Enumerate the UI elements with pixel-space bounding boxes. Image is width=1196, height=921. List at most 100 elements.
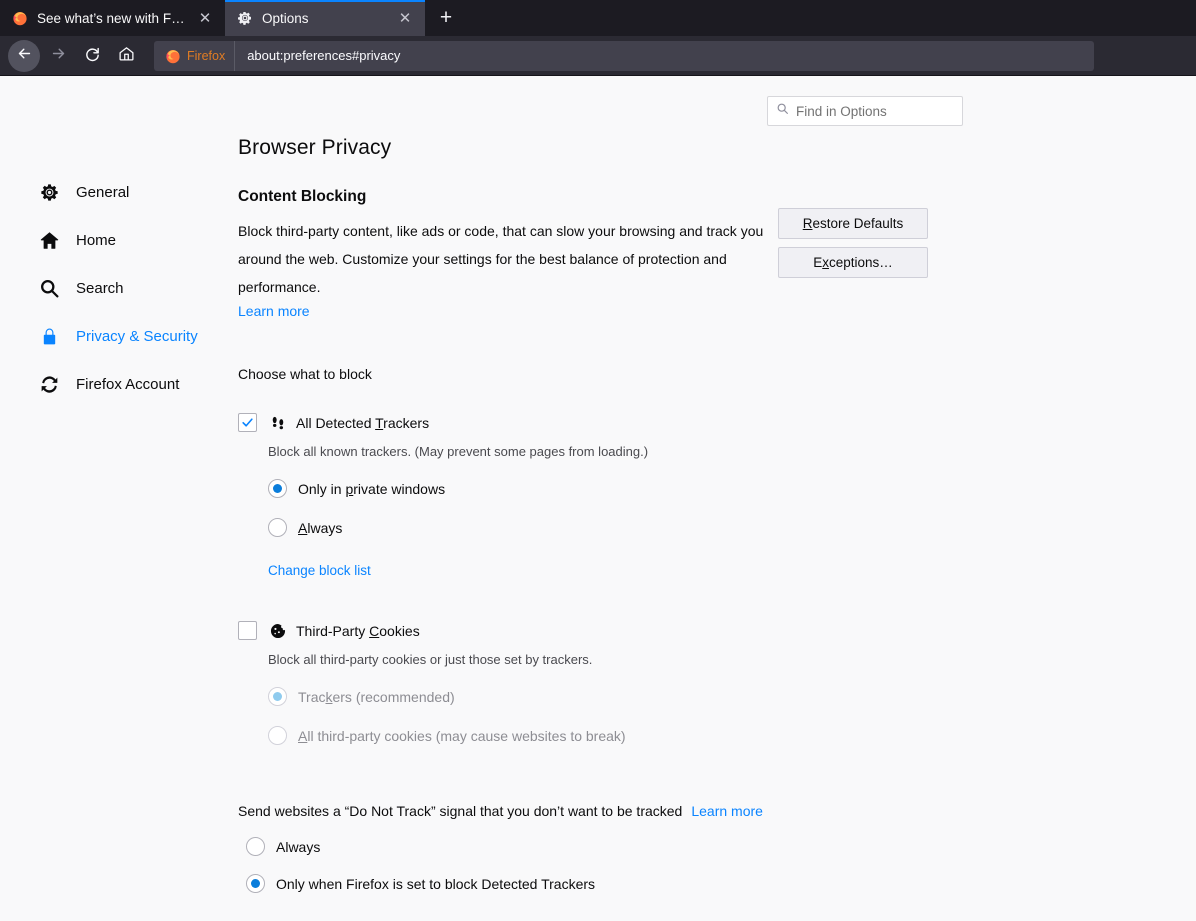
all-detected-trackers-label: All Detected Trackers [296,415,429,431]
sidebar-item-search[interactable]: Search [38,264,232,312]
do-not-track-option-always[interactable]: Always [246,837,1196,856]
trackers-option-always[interactable]: Always [268,518,1196,537]
cookies-option-trackers[interactable]: Trackers (recommended) [268,687,1196,706]
accel-key: x [822,255,829,270]
tab-title: See what’s new with Firefox [37,10,186,26]
sidebar-item-label: Privacy & Security [76,327,198,345]
restore-defaults-button[interactable]: Restore Defaults [778,208,928,239]
close-icon[interactable]: ✕ [195,8,215,28]
label-pre: All Detected [296,414,376,431]
third-party-cookies-label: Third-Party Cookies [296,623,420,639]
identity-label: Firefox [187,48,226,63]
radio-label: Only in private windows [298,481,445,497]
sidebar-item-general[interactable]: General [38,168,232,216]
firefox-logo-icon [12,10,28,26]
home-icon [38,229,60,251]
tab-strip: See what’s new with Firefox ✕ Options ✕ … [0,0,1196,36]
firefox-logo-icon [165,48,181,64]
reload-button[interactable] [76,40,108,72]
cookie-icon [269,622,287,640]
label-rest: ers (recommended) [332,688,455,705]
sidebar-item-label: Firefox Account [76,375,180,393]
cookies-option-all-third-party[interactable]: All third-party cookies (may cause websi… [268,726,1196,745]
preferences-page: Find in Options General Home Search Priv… [0,76,1196,921]
back-button[interactable] [8,39,40,72]
radio-label: Only when Firefox is set to block Detect… [276,875,596,892]
radio-button[interactable] [246,837,265,856]
url-bar[interactable]: Firefox about:preferences#privacy [154,40,1094,71]
content-blocking-heading: Content Blocking [238,188,367,205]
content-blocking-description: Block third-party content, like ads or c… [238,223,764,295]
radio-button[interactable] [268,687,287,706]
accel-key: R [802,216,813,231]
forward-arrow-icon [50,45,67,67]
lock-icon [38,325,60,347]
do-not-track-option-only-when-blocking[interactable]: Only when Firefox is set to block Detect… [246,874,1196,893]
footprints-icon [269,414,287,432]
sidebar-item-home[interactable]: Home [38,216,232,264]
cookies-description: Block all third-party cookies or just th… [268,652,593,667]
label-rest: rivate windows [353,480,446,497]
navigation-toolbar: Firefox about:preferences#privacy [0,36,1196,76]
forward-button[interactable] [42,40,74,72]
url-text[interactable]: about:preferences#privacy [235,48,400,63]
sidebar-item-firefox-account[interactable]: Firefox Account [38,360,232,408]
accel-key: A [298,727,308,744]
search-icon [38,277,60,299]
back-arrow-icon [16,45,33,67]
sidebar-item-privacy-security[interactable]: Privacy & Security [38,312,232,360]
home-button[interactable] [110,40,142,72]
do-not-track-text: Send websites a “Do Not Track” signal th… [238,803,683,819]
all-detected-trackers-checkbox[interactable] [238,413,257,432]
sync-icon [38,373,60,395]
browser-tab-whats-new[interactable]: See what’s new with Firefox ✕ [0,0,225,36]
preferences-sidebar: General Home Search Privacy & Security F… [0,136,232,893]
gear-icon [237,10,253,26]
browser-tab-options[interactable]: Options ✕ [225,0,425,36]
accel-key: T [375,414,384,431]
sidebar-item-label: Search [76,279,124,297]
label-rest: rackers [383,414,430,431]
search-icon [776,102,789,120]
new-tab-button[interactable]: + [429,1,463,35]
change-block-list-link[interactable]: Change block list [268,563,371,578]
close-icon[interactable]: ✕ [395,8,415,28]
third-party-cookies-checkbox[interactable] [238,621,257,640]
preferences-main: Browser Privacy Content Blocking Block t… [232,136,1196,893]
radio-label: Always [298,520,342,536]
radio-label: Trackers (recommended) [298,689,455,705]
home-icon [118,45,135,67]
learn-more-link[interactable]: Learn more [238,303,310,319]
radio-button[interactable] [268,518,287,537]
label-pre: Third-Party [296,622,370,639]
label-rest: ookies [379,622,420,639]
label-rest: ll third-party cookies (may cause websit… [307,727,626,744]
radio-button[interactable] [268,479,287,498]
all-detected-trackers-checkbox-row[interactable]: All Detected Trackers [238,413,1196,432]
radio-label: All third-party cookies (may cause websi… [298,728,626,744]
checkmark-icon [242,418,253,427]
content-blocking-buttons: Restore Defaults Ex ceptions… [778,208,928,278]
button-label: ceptions… [828,255,893,270]
radio-button[interactable] [268,726,287,745]
find-in-options[interactable]: Find in Options [767,96,963,126]
accel-key: C [369,622,380,639]
trackers-description: Block all known trackers. (May prevent s… [268,444,649,459]
label-pre: Only in [298,480,346,497]
radio-button[interactable] [246,874,265,893]
page-title: Browser Privacy [238,136,392,159]
search-input[interactable]: Find in Options [796,104,887,119]
site-identity-box[interactable]: Firefox [154,40,236,71]
accel-key: A [298,519,308,536]
exceptions-button[interactable]: Ex ceptions… [778,247,928,278]
radio-label: Always [276,838,321,855]
label-rest: lways [307,519,343,536]
gear-icon [38,181,60,203]
tab-title: Options [262,10,309,26]
trackers-option-private-windows[interactable]: Only in private windows [268,479,1196,498]
third-party-cookies-checkbox-row[interactable]: Third-Party Cookies [238,621,1196,640]
choose-what-to-block-label: Choose what to block [238,366,372,382]
label-pre: Trac [298,688,326,705]
reload-icon [84,45,101,67]
do-not-track-learn-more-link[interactable]: Learn more [691,803,763,819]
